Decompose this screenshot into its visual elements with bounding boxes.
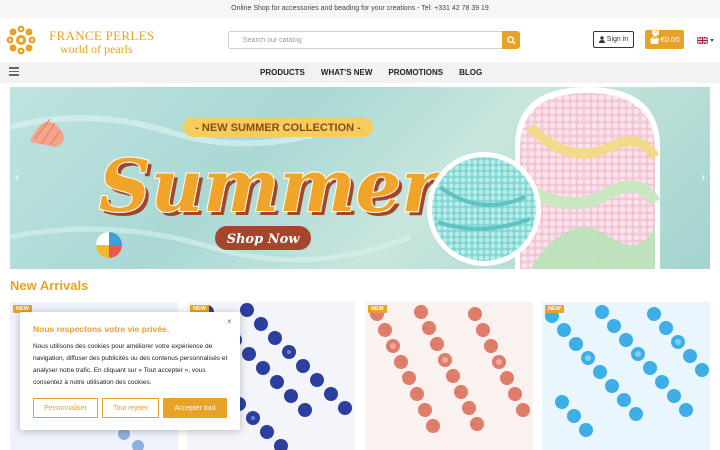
nav-item-products[interactable]: PRODUCTS xyxy=(260,68,305,77)
search-button[interactable] xyxy=(502,31,520,49)
main-nav: PRODUCTS WHAT'S NEW PROMOTIONS BLOG xyxy=(0,62,720,83)
new-badge: NEW xyxy=(545,305,564,313)
brand-tagline: world of pearls xyxy=(60,42,133,56)
search-icon xyxy=(506,35,516,45)
customize-button[interactable]: Personnaliser xyxy=(33,398,98,418)
shop-now-label: Shop Now xyxy=(227,232,301,247)
uk-flag-icon xyxy=(697,36,708,44)
logo[interactable]: FRANCE PERLES world of pearls xyxy=(5,24,165,56)
accept-all-button[interactable]: Accepter tout xyxy=(163,398,227,418)
cart-count-badge: 0 xyxy=(652,29,659,36)
reject-all-button[interactable]: Tout rejeter xyxy=(102,398,159,418)
hamburger-menu-icon[interactable] xyxy=(9,67,19,77)
announcement-bar: Online Shop for accessories and beading … xyxy=(0,0,720,18)
beads-circle-image xyxy=(427,152,541,266)
announcement-text: Online Shop for accessories and beading … xyxy=(231,5,489,12)
nav-item-whats-new[interactable]: WHAT'S NEW xyxy=(321,68,373,77)
new-arrivals-title: New Arrivals xyxy=(10,278,89,293)
product-card-3[interactable]: NEW xyxy=(365,302,533,450)
banner-artwork: - NEW SUMMER COLLECTION - Summer Summer … xyxy=(10,87,661,269)
nav-item-blog[interactable]: BLOG xyxy=(459,68,482,77)
language-selector[interactable] xyxy=(697,36,715,44)
cart-button[interactable]: €0.00 xyxy=(645,30,684,49)
collection-pill-text: - NEW SUMMER COLLECTION - xyxy=(195,122,361,134)
carousel-next-icon[interactable]: › xyxy=(698,170,708,184)
cookie-title: Nous respectons votre vie privée. xyxy=(33,324,170,334)
product-card-4[interactable]: NEW xyxy=(542,302,710,450)
search-input[interactable] xyxy=(228,31,504,49)
sign-in-button[interactable]: Sign in xyxy=(593,31,634,48)
basket-icon xyxy=(649,35,659,44)
user-icon xyxy=(598,36,605,43)
pearls-logo-icon xyxy=(6,25,36,55)
sign-in-label: Sign in xyxy=(606,36,629,43)
search-form xyxy=(228,31,520,49)
chevron-down-icon xyxy=(710,38,714,42)
beach-ball-icon xyxy=(96,232,122,258)
cookie-consent-dialog: × Nous respectons votre vie privée. Nous… xyxy=(20,312,240,430)
hero-banner[interactable]: - NEW SUMMER COLLECTION - Summer Summer … xyxy=(10,87,710,269)
product-image-sky-blue-beads xyxy=(542,302,710,450)
headline-text: Summer xyxy=(99,143,445,228)
carousel-prev-icon[interactable]: ‹ xyxy=(12,170,22,184)
product-image-pink-orange-beads xyxy=(365,302,533,450)
nav-item-promotions[interactable]: PROMOTIONS xyxy=(388,68,443,77)
new-badge: NEW xyxy=(368,305,387,313)
shop-now-button[interactable]: Shop Now xyxy=(215,226,311,250)
close-icon[interactable]: × xyxy=(227,317,232,326)
beads-arch-image xyxy=(515,87,661,269)
nav-links: PRODUCTS WHAT'S NEW PROMOTIONS BLOG xyxy=(260,62,482,83)
cookie-text: Nous utilisons des cookies pour améliore… xyxy=(33,343,228,386)
site-header: FRANCE PERLES world of pearls Sign in €0… xyxy=(0,18,720,62)
cart-total: €0.00 xyxy=(660,35,680,44)
